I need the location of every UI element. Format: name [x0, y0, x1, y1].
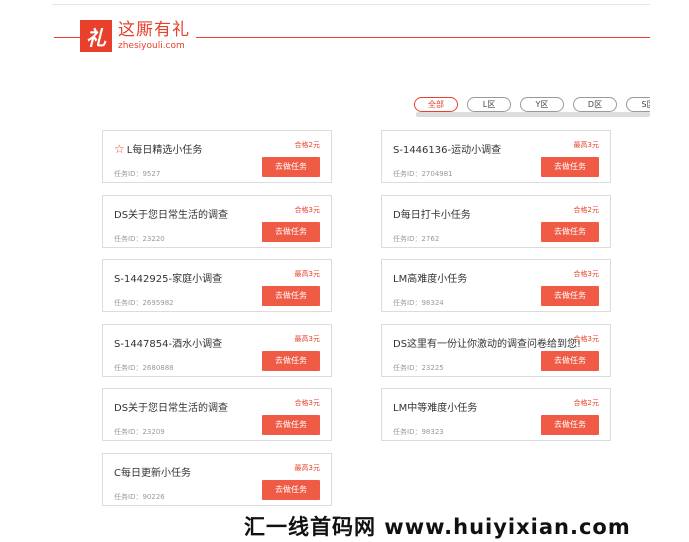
task-title-text: DS关于您日常生活的调查 [114, 210, 229, 221]
task-id: 任务ID：90226 [114, 493, 165, 501]
do-task-button[interactable]: 去做任务 [262, 157, 320, 177]
watermark: 汇一线首码网 www.huiyixian.com [244, 515, 631, 539]
site-logo[interactable]: 礼 这厮有礼 zhesiyouli.com [80, 20, 196, 52]
task-title[interactable]: DS这里有一份让你激动的调查问卷给到您! [393, 335, 581, 350]
tab-all[interactable]: 全部 [414, 97, 458, 112]
reward-badge: 合格2元 [573, 206, 599, 214]
task-title-text: LM高难度小任务 [393, 274, 468, 285]
task-title[interactable]: S-1442925-家庭小调查 [114, 270, 222, 285]
task-card[interactable]: C每日更新小任务 最高3元任务ID：90226 去做任务 [102, 453, 332, 506]
task-card[interactable]: DS这里有一份让你激动的调查问卷给到您! 合格3元任务ID：23225 去做任务 [381, 324, 611, 377]
task-title[interactable]: S-1447854-酒水小调查 [114, 335, 222, 350]
task-title[interactable]: LM中等难度小任务 [393, 399, 477, 414]
zone-tabs: 全部 L区 Y区 D区 S区 [414, 97, 650, 112]
reward-badge: 合格3元 [573, 270, 599, 278]
task-title-text: L每日精选小任务 [126, 145, 203, 156]
task-card[interactable]: ☆ L每日精选小任务 合格2元任务ID：9527 去做任务 [102, 130, 332, 183]
task-title[interactable]: ☆ L每日精选小任务 [114, 141, 203, 157]
tab-s-zone[interactable]: S区 [626, 97, 650, 112]
do-task-button[interactable]: 去做任务 [541, 351, 599, 371]
task-card[interactable]: DS关于您日常生活的调查 合格3元任务ID：23220 去做任务 [102, 195, 332, 248]
task-card[interactable]: D每日打卡小任务 合格2元任务ID：2762 去做任务 [381, 195, 611, 248]
task-title-text: S-1446136-运动小调查 [393, 145, 502, 156]
logo-name: 这厮有礼 [118, 19, 190, 40]
task-id: 任务ID：2695982 [114, 299, 174, 307]
do-task-button[interactable]: 去做任务 [541, 222, 599, 242]
task-id: 任务ID：98324 [393, 299, 444, 307]
task-id: 任务ID：23209 [114, 428, 165, 436]
reward-badge: 最高3元 [573, 141, 599, 149]
do-task-button[interactable]: 去做任务 [541, 157, 599, 177]
do-task-button[interactable]: 去做任务 [541, 286, 599, 306]
task-card[interactable]: LM中等难度小任务 合格2元任务ID：98323 去做任务 [381, 388, 611, 441]
task-title[interactable]: D每日打卡小任务 [393, 206, 471, 221]
logo-domain: zhesiyouli.com [118, 40, 185, 51]
tabs-scrollbar[interactable] [416, 112, 650, 117]
task-title[interactable]: DS关于您日常生活的调查 [114, 206, 228, 221]
do-task-button[interactable]: 去做任务 [262, 480, 320, 500]
reward-badge: 合格3元 [573, 335, 599, 343]
task-title-text: S-1447854-酒水小调查 [114, 339, 223, 350]
task-title[interactable]: C每日更新小任务 [114, 464, 191, 479]
task-id: 任务ID：23225 [393, 364, 444, 372]
task-title-text: LM中等难度小任务 [393, 403, 478, 414]
do-task-button[interactable]: 去做任务 [541, 415, 599, 435]
task-title[interactable]: LM高难度小任务 [393, 270, 467, 285]
reward-badge: 最高3元 [294, 464, 320, 472]
reward-badge: 最高3元 [294, 335, 320, 343]
task-card[interactable]: DS关于您日常生活的调查 合格3元任务ID：23209 去做任务 [102, 388, 332, 441]
do-task-button[interactable]: 去做任务 [262, 415, 320, 435]
task-title[interactable]: S-1446136-运动小调查 [393, 141, 501, 156]
do-task-button[interactable]: 去做任务 [262, 351, 320, 371]
task-id: 任务ID：2762 [393, 235, 440, 243]
top-divider [52, 4, 650, 5]
do-task-button[interactable]: 去做任务 [262, 222, 320, 242]
tab-l-zone[interactable]: L区 [467, 97, 511, 112]
reward-badge: 合格3元 [294, 399, 320, 407]
task-title-text: DS关于您日常生活的调查 [114, 403, 229, 414]
do-task-button[interactable]: 去做任务 [262, 286, 320, 306]
star-icon[interactable]: ☆ [114, 142, 125, 156]
task-id: 任务ID：2680888 [114, 364, 174, 372]
task-title-text: DS这里有一份让你激动的调查问卷给到您! [393, 339, 582, 350]
reward-badge: 合格3元 [294, 206, 320, 214]
task-id: 任务ID：98323 [393, 428, 444, 436]
task-id: 任务ID：9527 [114, 170, 161, 178]
task-card[interactable]: S-1442925-家庭小调查 最高3元任务ID：2695982 去做任务 [102, 259, 332, 312]
reward-badge: 最高3元 [294, 270, 320, 278]
task-card[interactable]: S-1446136-运动小调查 最高3元任务ID：2704981 去做任务 [381, 130, 611, 183]
tab-y-zone[interactable]: Y区 [520, 97, 564, 112]
logo-text: 这厮有礼 zhesiyouli.com [118, 19, 190, 51]
task-title-text: C每日更新小任务 [114, 468, 191, 479]
task-card[interactable]: LM高难度小任务 合格3元任务ID：98324 去做任务 [381, 259, 611, 312]
task-title-text: D每日打卡小任务 [393, 210, 471, 221]
reward-badge: 合格2元 [573, 399, 599, 407]
task-title[interactable]: DS关于您日常生活的调查 [114, 399, 228, 414]
task-card[interactable]: S-1447854-酒水小调查 最高3元任务ID：2680888 去做任务 [102, 324, 332, 377]
task-id: 任务ID：2704981 [393, 170, 453, 178]
reward-badge: 合格2元 [294, 141, 320, 149]
logo-mark: 礼 [80, 20, 112, 52]
task-title-text: S-1442925-家庭小调查 [114, 274, 223, 285]
task-id: 任务ID：23220 [114, 235, 165, 243]
tab-d-zone[interactable]: D区 [573, 97, 617, 112]
